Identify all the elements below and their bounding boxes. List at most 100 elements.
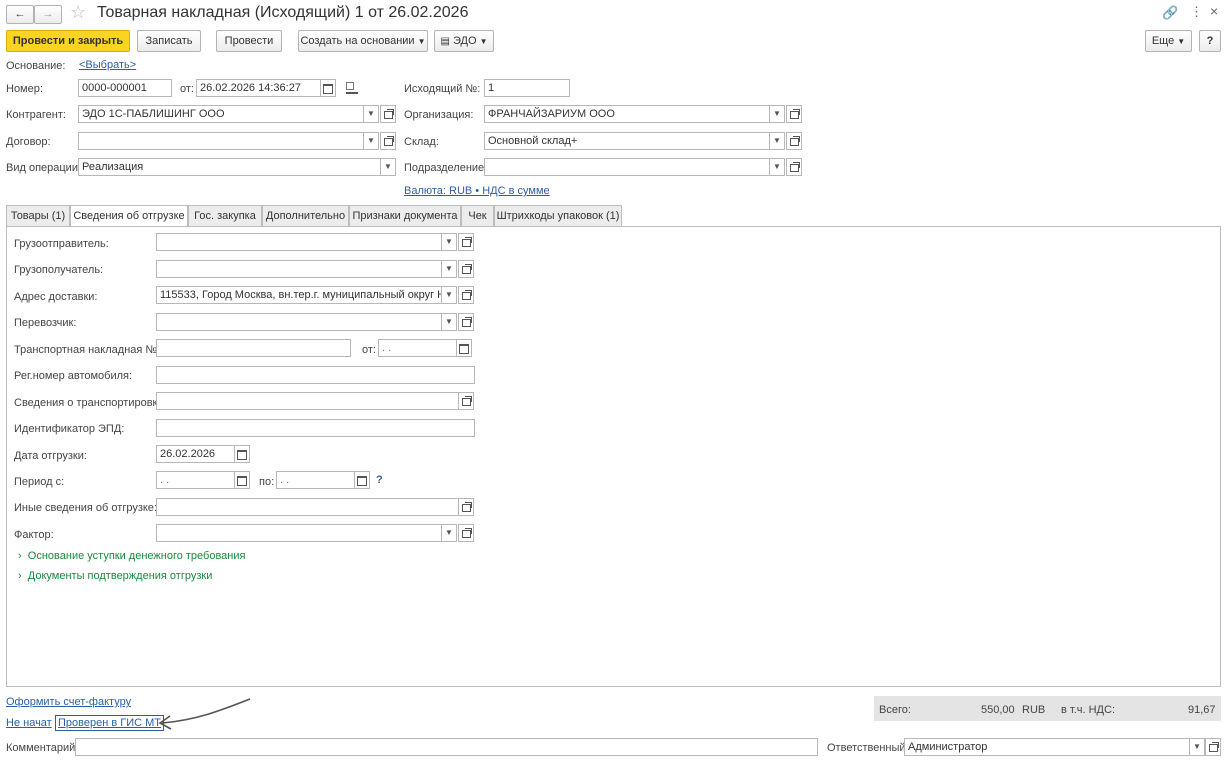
group-shipment-docs[interactable]: › Документы подтверждения отгрузки: [18, 570, 212, 582]
open-icon: [461, 237, 472, 247]
period-to-calendar-button[interactable]: [354, 471, 370, 489]
outgoing-no-input[interactable]: 1: [484, 79, 570, 97]
department-input[interactable]: [484, 158, 770, 176]
tab-receipt[interactable]: Чек: [461, 205, 494, 226]
calendar-button[interactable]: [320, 79, 336, 97]
responsible-open-button[interactable]: [1205, 738, 1221, 756]
status-link[interactable]: Не начат: [6, 717, 52, 729]
tab-document-attributes[interactable]: Признаки документа: [349, 205, 461, 226]
factor-input[interactable]: [156, 524, 442, 542]
period-to-input[interactable]: . .: [276, 471, 355, 489]
warehouse-dropdown[interactable]: ▼: [769, 132, 785, 150]
number-input[interactable]: 0000-000001: [78, 79, 172, 97]
address-input[interactable]: 115533, Город Москва, вн.тер.г. муниципа…: [156, 286, 442, 304]
contract-open-button[interactable]: [380, 132, 396, 150]
total-label: Всего:: [879, 704, 911, 716]
edo-button[interactable]: ▤ ЭДО ▼: [434, 30, 494, 52]
consignee-input[interactable]: [156, 260, 442, 278]
warehouse-label: Склад:: [404, 136, 439, 148]
star-icon[interactable]: ☆: [70, 2, 86, 23]
organization-dropdown[interactable]: ▼: [769, 105, 785, 123]
waybill-label: Транспортная накладная №:: [14, 344, 161, 356]
menu-dots-icon[interactable]: ⋮: [1190, 4, 1203, 20]
contract-dropdown[interactable]: ▼: [363, 132, 379, 150]
tab-additional[interactable]: Дополнительно: [262, 205, 349, 226]
reg-number-input[interactable]: [156, 366, 475, 384]
responsible-dropdown[interactable]: ▼: [1189, 738, 1205, 756]
address-dropdown[interactable]: ▼: [441, 286, 457, 304]
waybill-calendar-button[interactable]: [456, 339, 472, 357]
currency-link[interactable]: Валюта: RUB • НДС в сумме: [404, 185, 550, 197]
shipper-dropdown[interactable]: ▼: [441, 233, 457, 251]
counterparty-input[interactable]: ЭДО 1С-ПАБЛИШИНГ ООО: [78, 105, 364, 123]
post-and-close-button[interactable]: Провести и закрыть: [6, 30, 130, 52]
epd-input[interactable]: [156, 419, 475, 437]
organization-open-button[interactable]: [786, 105, 802, 123]
factor-open-button[interactable]: [458, 524, 474, 542]
counterparty-label: Контрагент:: [6, 109, 66, 121]
ship-date-calendar-button[interactable]: [234, 445, 250, 463]
help-button[interactable]: ?: [1199, 30, 1221, 52]
comment-label: Комментарий:: [6, 742, 79, 754]
warehouse-input[interactable]: Основной склад+: [484, 132, 770, 150]
tab-shipment[interactable]: Сведения об отгрузке: [70, 205, 188, 227]
transport-info-input[interactable]: [156, 392, 459, 410]
waybill-input[interactable]: [156, 339, 351, 357]
operation-input[interactable]: Реализация: [78, 158, 381, 176]
back-button[interactable]: ←: [6, 5, 34, 24]
carrier-dropdown[interactable]: ▼: [441, 313, 457, 331]
address-open-button[interactable]: [458, 286, 474, 304]
tab-barcodes[interactable]: Штрихкоды упаковок (1): [494, 205, 622, 226]
open-icon: [461, 290, 472, 300]
contract-input[interactable]: [78, 132, 364, 150]
consignee-open-button[interactable]: [458, 260, 474, 278]
more-button[interactable]: Еще ▼: [1145, 30, 1192, 52]
open-icon: [789, 109, 800, 119]
period-to-label: по:: [259, 476, 275, 488]
shipper-input[interactable]: [156, 233, 442, 251]
counterparty-dropdown[interactable]: ▼: [363, 105, 379, 123]
comment-input[interactable]: [75, 738, 818, 756]
group-assignment-basis[interactable]: › Основание уступки денежного требования: [18, 550, 245, 562]
period-from-calendar-button[interactable]: [234, 471, 250, 489]
other-info-open-button[interactable]: [458, 498, 474, 516]
period-from-input[interactable]: . .: [156, 471, 235, 489]
post-button[interactable]: Провести: [216, 30, 282, 52]
open-icon: [461, 264, 472, 274]
responsible-input[interactable]: Администратор: [904, 738, 1190, 756]
carrier-input[interactable]: [156, 313, 442, 331]
transport-info-open-button[interactable]: [458, 392, 474, 410]
save-button[interactable]: Записать: [137, 30, 201, 52]
window-title: Товарная накладная (Исходящий) 1 от 26.0…: [97, 4, 469, 21]
shipper-open-button[interactable]: [458, 233, 474, 251]
date-input[interactable]: 26.02.2026 14:36:27: [196, 79, 322, 97]
carrier-open-button[interactable]: [458, 313, 474, 331]
factor-dropdown[interactable]: ▼: [441, 524, 457, 542]
close-icon[interactable]: ×: [1210, 3, 1218, 19]
total-value: 550,00: [981, 704, 1015, 716]
consignee-dropdown[interactable]: ▼: [441, 260, 457, 278]
ship-date-input[interactable]: 26.02.2026: [156, 445, 235, 463]
waybill-date-input[interactable]: . .: [378, 339, 457, 357]
create-based-button[interactable]: Создать на основании ▼: [298, 30, 428, 52]
counterparty-open-button[interactable]: [380, 105, 396, 123]
basis-select-link[interactable]: <Выбрать>: [79, 59, 136, 71]
link-icon[interactable]: 🔗: [1162, 5, 1178, 21]
department-dropdown[interactable]: ▼: [769, 158, 785, 176]
gis-mt-link[interactable]: Проверен в ГИС МТ: [55, 715, 164, 731]
tab-public-procurement[interactable]: Гос. закупка: [188, 205, 262, 226]
operation-dropdown[interactable]: ▼: [380, 158, 396, 176]
numbering-icon[interactable]: [346, 82, 358, 94]
calendar-icon: [237, 476, 247, 486]
open-icon: [789, 162, 800, 172]
invoice-link[interactable]: Оформить счет-фактуру: [6, 696, 131, 708]
period-help-icon[interactable]: ?: [376, 474, 383, 486]
department-open-button[interactable]: [786, 158, 802, 176]
warehouse-open-button[interactable]: [786, 132, 802, 150]
forward-button[interactable]: →: [34, 5, 62, 24]
organization-input[interactable]: ФРАНЧАЙЗАРИУМ ООО: [484, 105, 770, 123]
group-shipment-docs-label: Документы подтверждения отгрузки: [27, 570, 213, 582]
open-icon: [383, 109, 394, 119]
tab-goods[interactable]: Товары (1): [6, 205, 70, 226]
other-info-input[interactable]: [156, 498, 459, 516]
